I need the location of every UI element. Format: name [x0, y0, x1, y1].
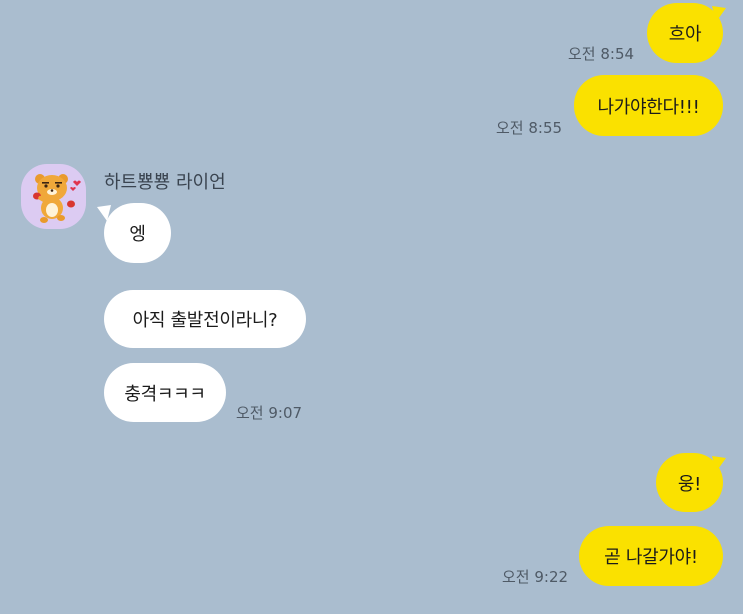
their-message-bubble[interactable]: 충격ㅋㅋㅋ — [104, 363, 226, 422]
my-message-bubble[interactable]: 나가야한다!!! — [574, 75, 723, 136]
message-time: 오전 9:07 — [236, 404, 303, 422]
message-text: 엥 — [129, 224, 146, 245]
message-text: 흐아 — [668, 24, 702, 45]
their-message-bubble[interactable]: 엥 — [104, 203, 171, 263]
message-text: 충격ㅋㅋㅋ — [124, 383, 206, 405]
message-time: 오전 8:54 — [568, 45, 635, 63]
bubble-tail — [712, 456, 726, 472]
message-text: 아직 출발전이라니? — [132, 310, 278, 331]
message-time: 오전 8:55 — [496, 119, 563, 137]
ryan-character-icon[interactable] — [21, 164, 86, 229]
message-time: 오전 9:22 — [502, 568, 569, 586]
my-message-bubble[interactable]: 곧 나갈가야! — [579, 526, 723, 586]
sender-name: 하트뿅뿅 라이언 — [104, 172, 226, 193]
message-text: 나가야한다!!! — [597, 96, 700, 118]
message-text: 웅! — [677, 473, 702, 495]
bubble-tail — [712, 6, 726, 22]
message-text: 곧 나갈가야! — [604, 547, 698, 568]
their-message-bubble[interactable]: 아직 출발전이라니? — [104, 290, 306, 348]
